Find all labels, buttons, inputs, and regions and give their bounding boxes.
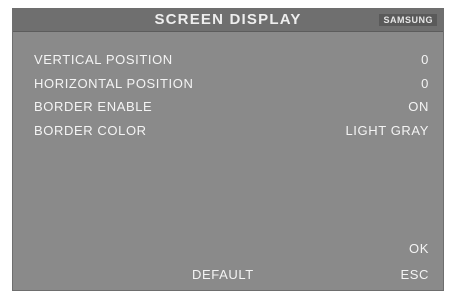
osd-panel: SCREEN DISPLAY SAMSUNG VERTICAL POSITION… [12, 8, 444, 291]
default-button[interactable]: DEFAULT [192, 267, 254, 282]
ok-button[interactable]: OK [409, 241, 429, 256]
menu-item-border-color[interactable]: BORDER COLOR LIGHT GRAY [13, 120, 443, 144]
menu-item-vertical-position[interactable]: VERTICAL POSITION 0 [13, 49, 443, 73]
esc-button[interactable]: ESC [400, 267, 429, 282]
title-bar: SCREEN DISPLAY SAMSUNG [13, 9, 443, 32]
menu-item-label: VERTICAL POSITION [34, 52, 173, 67]
menu-item-value: 0 [421, 75, 429, 91]
menu-item-label: BORDER COLOR [34, 122, 147, 138]
menu-item-label: BORDER ENABLE [34, 99, 153, 114]
menu-item-value: LIGHT GRAY [345, 122, 429, 138]
menu-item-value: ON [408, 99, 429, 114]
menu-item-border-enable[interactable]: BORDER ENABLE ON [13, 96, 443, 120]
menu-item-horizontal-position[interactable]: HORIZONTAL POSITION 0 [13, 73, 443, 97]
brand-logo: SAMSUNG [379, 14, 437, 26]
menu-item-value: 0 [421, 52, 429, 67]
menu-item-label: HORIZONTAL POSITION [34, 75, 194, 91]
settings-list: VERTICAL POSITION 0 HORIZONTAL POSITION … [13, 49, 443, 143]
